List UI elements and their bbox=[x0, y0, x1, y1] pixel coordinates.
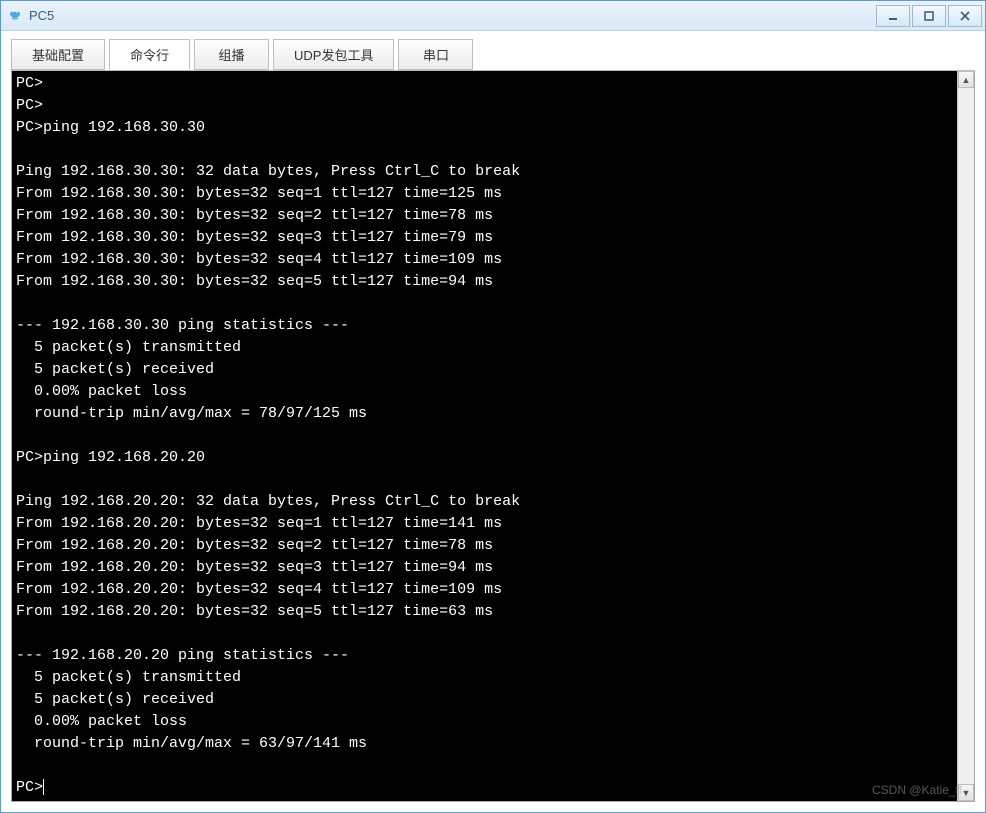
terminal-cursor bbox=[43, 779, 44, 795]
tab-multicast[interactable]: 组播 bbox=[194, 39, 269, 70]
minimize-button[interactable] bbox=[876, 5, 910, 27]
scroll-up-button[interactable]: ▲ bbox=[958, 71, 974, 88]
tab-bar: 基础配置 命令行 组播 UDP发包工具 串口 bbox=[11, 39, 975, 70]
app-icon bbox=[7, 8, 23, 24]
titlebar[interactable]: PC5 bbox=[1, 1, 985, 31]
content-area: 基础配置 命令行 组播 UDP发包工具 串口 PC> PC> PC>ping 1… bbox=[1, 31, 985, 812]
window-controls bbox=[874, 5, 982, 27]
app-window: PC5 基础配置 命令行 组播 UDP发包工具 串口 PC> PC> PC>pi… bbox=[0, 0, 986, 813]
maximize-button[interactable] bbox=[912, 5, 946, 27]
scroll-down-button[interactable]: ▼ bbox=[958, 784, 974, 801]
scroll-track[interactable] bbox=[958, 88, 974, 784]
close-button[interactable] bbox=[948, 5, 982, 27]
tab-command-line[interactable]: 命令行 bbox=[109, 39, 190, 70]
tab-basic-config[interactable]: 基础配置 bbox=[11, 39, 105, 70]
terminal-container: PC> PC> PC>ping 192.168.30.30 Ping 192.1… bbox=[11, 70, 975, 802]
window-title: PC5 bbox=[29, 8, 874, 23]
tab-serial[interactable]: 串口 bbox=[398, 39, 473, 70]
tab-udp-sender[interactable]: UDP发包工具 bbox=[273, 39, 394, 70]
scrollbar[interactable]: ▲ ▼ bbox=[957, 71, 974, 801]
terminal-output[interactable]: PC> PC> PC>ping 192.168.30.30 Ping 192.1… bbox=[12, 71, 957, 801]
